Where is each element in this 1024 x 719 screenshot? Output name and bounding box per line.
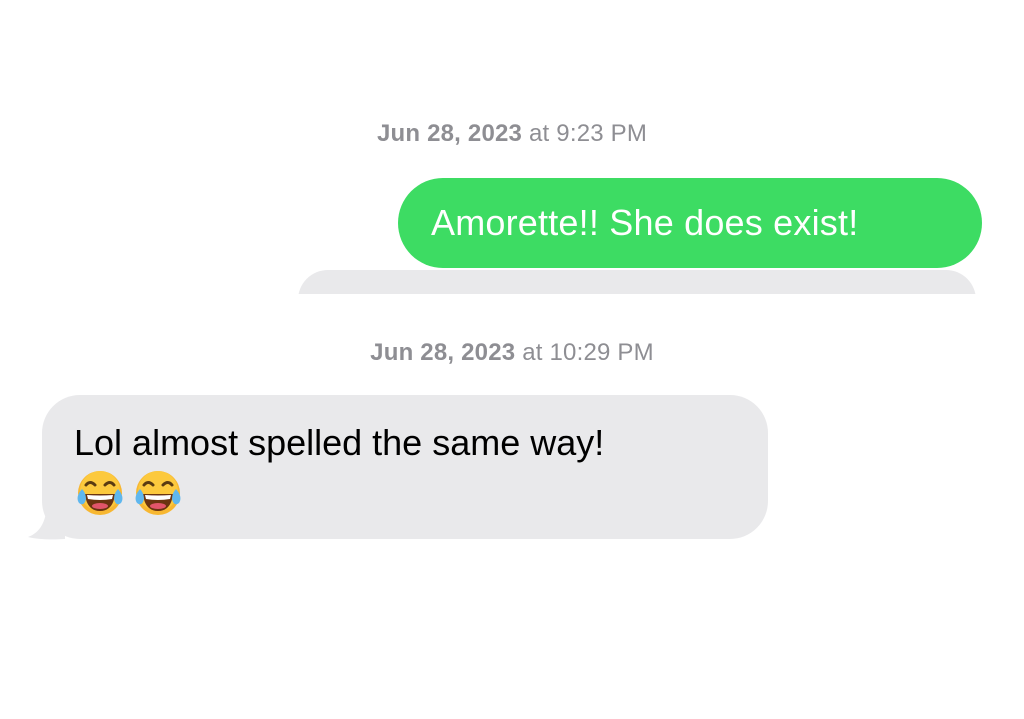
partial-message-bubble xyxy=(298,270,976,294)
message-timestamp: Jun 28, 2023 at 10:29 PM xyxy=(0,339,1024,367)
timestamp-time: 9:23 PM xyxy=(556,120,648,147)
face-with-tears-of-joy-icon xyxy=(74,467,126,519)
timestamp-time: 10:29 PM xyxy=(549,339,654,366)
message-text: Lol almost spelled the same way! xyxy=(74,422,605,463)
message-text: Amorette!! She does exist! xyxy=(431,202,859,243)
timestamp-connector: at xyxy=(528,120,550,147)
emoji-row xyxy=(74,467,768,519)
message-timestamp: Jun 28, 2023 at 9:23 PM xyxy=(0,120,1024,148)
timestamp-connector: at xyxy=(522,339,543,366)
incoming-message-bubble[interactable]: Lol almost spelled the same way! xyxy=(42,395,768,539)
timestamp-date: Jun 28, 2023 xyxy=(376,120,523,147)
face-with-tears-of-joy-icon xyxy=(132,467,184,519)
outgoing-message-bubble[interactable]: Amorette!! She does exist! xyxy=(398,178,982,268)
timestamp-date: Jun 28, 2023 xyxy=(370,339,516,366)
message-thread: Jun 28, 2023 at 9:23 PM Amorette!! She d… xyxy=(0,0,1024,719)
